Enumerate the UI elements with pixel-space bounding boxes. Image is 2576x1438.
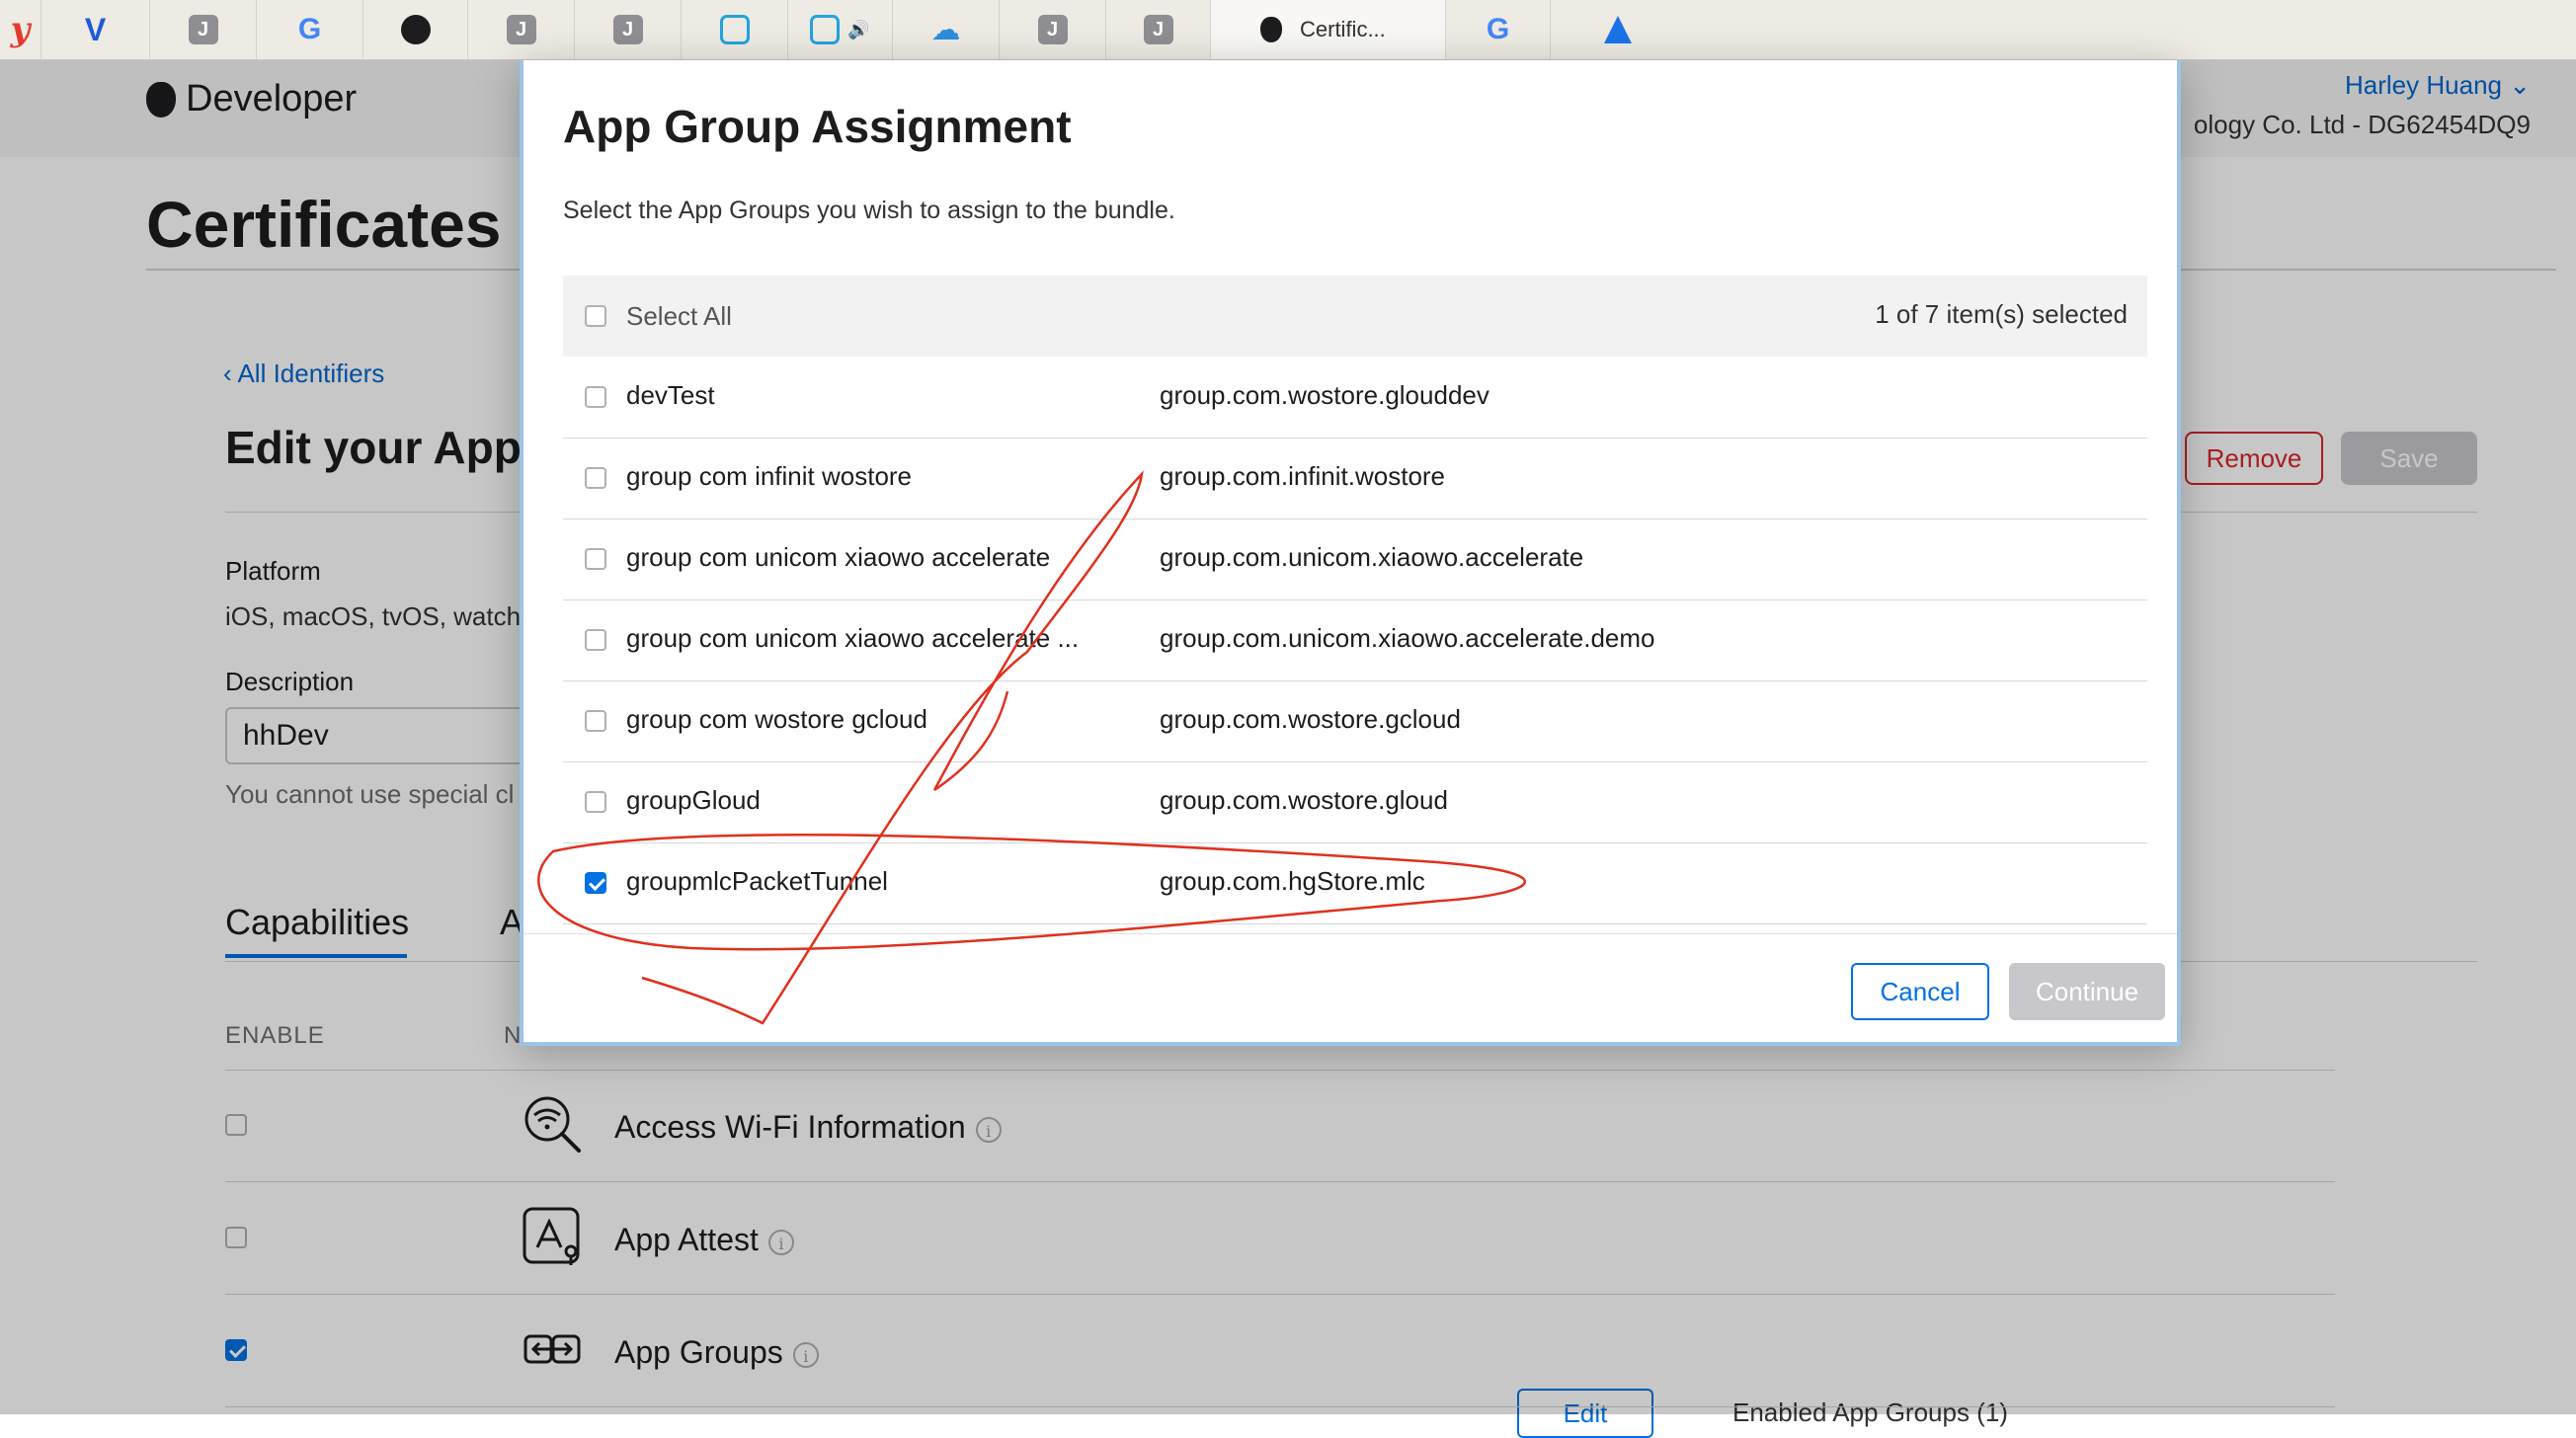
tab-certificates-active[interactable]: Certific...: [1211, 0, 1446, 59]
bilibili-icon: [719, 15, 750, 44]
select-all-checkbox[interactable]: [585, 305, 606, 327]
tab-j[interactable]: J: [468, 0, 575, 59]
group-checkbox-checked[interactable]: [585, 872, 606, 894]
cloud-icon: ☁: [930, 13, 961, 46]
group-identifier: group.com.wostore.gloud: [1160, 785, 1448, 815]
group-checkbox[interactable]: [585, 710, 606, 732]
group-identifier: group.com.wostore.gcloud: [1160, 704, 1461, 734]
apple-icon: [1256, 15, 1286, 44]
tab-cloud[interactable]: ☁: [893, 0, 1000, 59]
group-name: groupGloud: [626, 785, 761, 815]
tab-github[interactable]: [363, 0, 468, 59]
group-checkbox[interactable]: [585, 467, 606, 489]
group-identifier: group.com.infinit.wostore: [1160, 461, 1446, 491]
group-name: devTest: [626, 380, 715, 410]
tab-label: Certific...: [1300, 17, 1386, 41]
tab-j[interactable]: J: [150, 0, 257, 59]
group-name: group com unicom xiaowo accelerate ...: [626, 623, 1080, 653]
tab-j[interactable]: J: [575, 0, 682, 59]
j-icon: J: [188, 15, 218, 44]
dialog-title: App Group Assignment: [563, 101, 1072, 152]
group-checkbox[interactable]: [585, 386, 606, 408]
tab-bilibili-audio[interactable]: 🔊: [788, 0, 893, 59]
bilibili-icon: [810, 15, 841, 44]
app-group-assignment-dialog: App Group Assignment Select the App Grou…: [520, 60, 2181, 1046]
atlassian-icon: [1603, 15, 1633, 44]
v-icon: V: [84, 11, 107, 47]
group-checkbox[interactable]: [585, 548, 606, 570]
continue-button[interactable]: Continue: [2009, 963, 2165, 1020]
group-row[interactable]: group com unicom xiaowo accelerate ... g…: [563, 599, 2147, 681]
speaker-icon[interactable]: 🔊: [847, 20, 869, 40]
group-identifier: group.com.unicom.xiaowo.accelerate: [1160, 542, 1584, 572]
google-icon: G: [297, 13, 322, 45]
group-row-selected[interactable]: groupmlcPacketTunnel group.com.hgStore.m…: [563, 842, 2147, 924]
github-icon: [400, 15, 431, 44]
cancel-button[interactable]: Cancel: [1851, 963, 1989, 1020]
tab-bilibili[interactable]: [682, 0, 788, 59]
group-row[interactable]: group com unicom xiaowo accelerate group…: [563, 519, 2147, 600]
selection-count: 1 of 7 item(s) selected: [1875, 299, 2128, 329]
dialog-subtitle: Select the App Groups you wish to assign…: [563, 197, 1175, 224]
j-icon: J: [1037, 15, 1068, 44]
tab-google[interactable]: G: [1446, 0, 1551, 59]
group-checkbox[interactable]: [585, 629, 606, 651]
j-icon: J: [612, 15, 643, 44]
tab-google[interactable]: G: [257, 0, 363, 59]
group-name: group com infinit wostore: [626, 461, 913, 491]
group-row[interactable]: group com infinit wostore group.com.infi…: [563, 438, 2147, 519]
google-icon: G: [1486, 13, 1510, 45]
list-header: Select All 1 of 7 item(s) selected: [563, 276, 2147, 357]
group-row[interactable]: group com wostore gcloud group.com.wosto…: [563, 680, 2147, 762]
browser-tab-bar: y V J G J J 🔊 ☁ J J Certific... G: [0, 0, 2576, 60]
group-identifier: group.com.unicom.xiaowo.accelerate.demo: [1160, 623, 1655, 653]
group-name: group com wostore gcloud: [626, 704, 927, 734]
tab-j[interactable]: J: [1000, 0, 1106, 59]
group-row[interactable]: groupGloud group.com.wostore.gloud: [563, 761, 2147, 843]
group-identifier: group.com.hgStore.mlc: [1160, 866, 1425, 896]
group-name: group com unicom xiaowo accelerate: [626, 542, 1051, 572]
group-name: groupmlcPacketTunnel: [626, 866, 888, 896]
tab-j[interactable]: J: [1106, 0, 1211, 59]
yuque-icon: y: [10, 10, 31, 49]
group-checkbox[interactable]: [585, 791, 606, 813]
tab-atlassian[interactable]: [1551, 0, 1685, 59]
group-row[interactable]: devTest group.com.wostore.glouddev: [563, 357, 2147, 439]
tab-yuque[interactable]: y: [0, 0, 41, 59]
tab-v[interactable]: V: [41, 0, 150, 59]
divider: [523, 933, 2177, 934]
group-identifier: group.com.wostore.glouddev: [1160, 380, 1489, 410]
select-all-label[interactable]: Select All: [626, 301, 732, 332]
j-icon: J: [506, 15, 536, 44]
j-icon: J: [1143, 15, 1173, 44]
